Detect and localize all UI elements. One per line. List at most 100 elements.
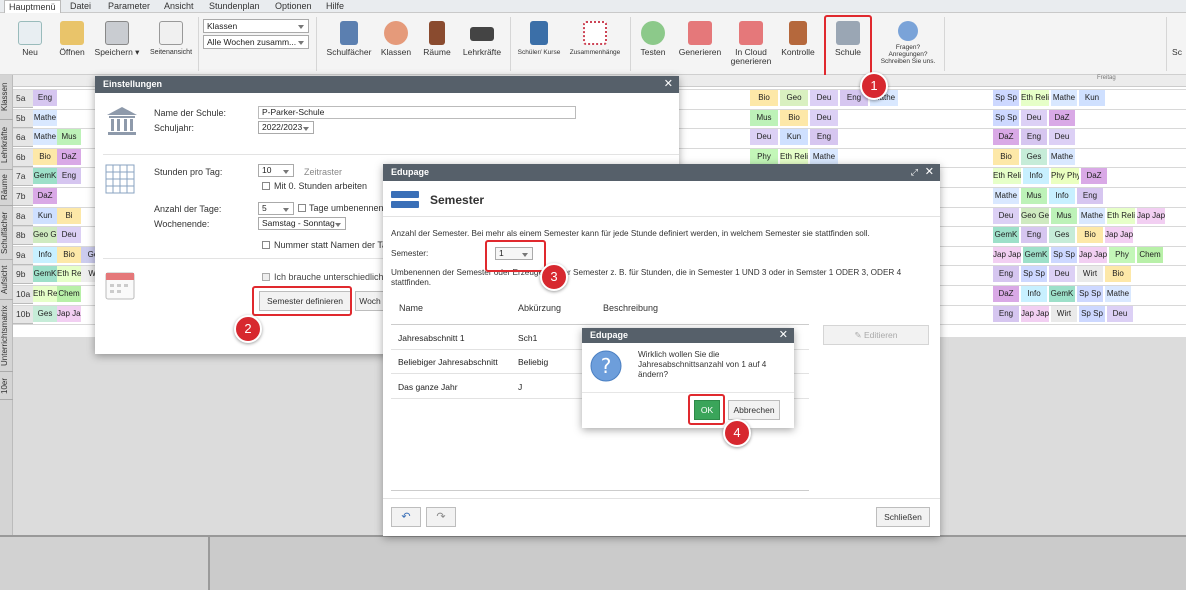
tab-lesson-matrix[interactable]: Unterrichtsmatrix bbox=[0, 300, 13, 372]
tab-teachers[interactable]: Lehrkräfte bbox=[0, 120, 13, 170]
lesson-cell[interactable]: Deu bbox=[1021, 109, 1047, 126]
school-name-input[interactable]: P-Parker-Schule bbox=[258, 106, 576, 119]
lesson-cell[interactable]: Jap Jap bbox=[1105, 227, 1133, 244]
teachers-button[interactable]: Lehrkräfte bbox=[460, 21, 504, 57]
class-label[interactable]: 9b bbox=[13, 265, 33, 285]
lesson-cell[interactable]: Mus bbox=[57, 129, 81, 146]
days-select[interactable]: 5 bbox=[258, 202, 294, 215]
close-button[interactable]: Schließen bbox=[876, 507, 930, 527]
lesson-cell[interactable]: Mathe bbox=[1049, 148, 1075, 165]
lesson-cell[interactable]: Eth Reli bbox=[1107, 207, 1135, 224]
lesson-cell[interactable]: Kun bbox=[780, 129, 808, 146]
weeks-button[interactable]: Woch bbox=[355, 291, 385, 311]
relations-button[interactable]: Zusammenhänge bbox=[568, 21, 622, 57]
ribbon-cut-button[interactable]: Sc bbox=[1170, 48, 1184, 57]
lesson-cell[interactable]: Sp Sp bbox=[993, 90, 1019, 106]
lesson-cell[interactable]: Bio bbox=[1077, 227, 1103, 244]
class-label[interactable]: 6a bbox=[13, 128, 33, 148]
lesson-cell[interactable]: Jap Jap bbox=[1079, 246, 1107, 263]
lesson-cell[interactable]: Bio bbox=[57, 246, 81, 263]
cancel-button[interactable]: Abbrechen bbox=[728, 400, 780, 420]
lesson-cell[interactable]: Geo Geo bbox=[1021, 207, 1049, 224]
classes-button[interactable]: Klassen bbox=[378, 21, 414, 57]
lesson-cell[interactable]: Sp Sp bbox=[993, 109, 1019, 126]
preview-button[interactable]: Seitenansicht bbox=[148, 21, 194, 57]
control-button[interactable]: Kontrolle bbox=[778, 21, 818, 57]
lesson-cell[interactable]: Deu bbox=[1049, 266, 1075, 283]
students-courses-button[interactable]: Schüler/ Kurse bbox=[515, 21, 563, 57]
class-label[interactable]: 8a bbox=[13, 206, 33, 226]
lesson-cell[interactable]: Info bbox=[1021, 286, 1047, 302]
lesson-cell[interactable]: Sp Sp bbox=[1077, 286, 1103, 302]
lesson-cell[interactable]: Mathe bbox=[1105, 286, 1131, 302]
lesson-cell[interactable]: Ges bbox=[33, 305, 57, 322]
lesson-cell[interactable]: Chem bbox=[57, 286, 81, 302]
menu-optionen[interactable]: Optionen bbox=[271, 0, 316, 13]
save-button[interactable]: Speichern ▾ bbox=[94, 21, 140, 57]
lesson-cell[interactable]: Phy bbox=[750, 148, 778, 165]
school-year-select[interactable]: 2022/2023 bbox=[258, 121, 314, 134]
lesson-cell[interactable]: Eth Reli bbox=[780, 148, 808, 165]
tab-10er[interactable]: 10er bbox=[0, 372, 13, 400]
lesson-cell[interactable]: Info bbox=[1049, 188, 1075, 204]
lesson-cell[interactable]: Bio bbox=[993, 148, 1019, 165]
new-button[interactable]: Neu bbox=[15, 21, 45, 57]
lesson-cell[interactable]: Sp Sp bbox=[1021, 266, 1047, 283]
class-label[interactable]: 10a bbox=[13, 285, 33, 304]
lesson-cell[interactable]: GemK bbox=[33, 168, 57, 185]
tab-supervision[interactable]: Aufsicht bbox=[0, 260, 13, 300]
lesson-cell[interactable]: DaZ bbox=[993, 129, 1019, 146]
rooms-button[interactable]: Räume bbox=[420, 21, 454, 57]
lesson-cell[interactable]: Kun bbox=[1079, 90, 1105, 106]
lesson-cell[interactable]: Chem bbox=[1137, 246, 1163, 263]
redo-button[interactable]: ↷ bbox=[426, 507, 456, 527]
generate-button[interactable]: Generieren bbox=[676, 21, 724, 57]
class-label[interactable]: 7a bbox=[13, 167, 33, 187]
need-diff-checkbox[interactable] bbox=[262, 273, 270, 281]
lesson-cell[interactable]: Jap Jap bbox=[993, 246, 1021, 263]
close-icon[interactable]: ✕ bbox=[779, 328, 788, 343]
lesson-cell[interactable]: Deu bbox=[1049, 129, 1075, 146]
close-icon[interactable]: ✕ bbox=[925, 164, 934, 181]
class-label[interactable]: 7b bbox=[13, 187, 33, 206]
weekend-select[interactable]: Samstag - Sonntag bbox=[258, 217, 346, 230]
lesson-cell[interactable]: Ges bbox=[1049, 227, 1075, 244]
lesson-cell[interactable]: Eth Reli bbox=[993, 168, 1021, 185]
lesson-cell[interactable]: Eth Reli bbox=[1021, 90, 1049, 106]
week-select[interactable]: Alle Wochen zusamm... bbox=[203, 35, 309, 49]
lesson-cell[interactable]: Mathe bbox=[810, 148, 838, 165]
open-button[interactable]: Öffnen bbox=[55, 21, 89, 57]
lesson-cell[interactable]: Mathe bbox=[993, 188, 1019, 204]
lesson-cell[interactable]: Eng bbox=[1021, 227, 1047, 244]
lesson-cell[interactable]: Bio bbox=[750, 90, 778, 106]
menu-hauptmenu[interactable]: Hauptmenü bbox=[4, 0, 61, 13]
menu-parameter[interactable]: Parameter bbox=[104, 0, 154, 13]
lesson-cell[interactable]: Mus bbox=[750, 109, 778, 126]
lesson-cell[interactable]: Deu bbox=[810, 90, 838, 106]
lesson-cell[interactable]: Eng bbox=[57, 168, 81, 185]
lesson-cell[interactable]: Deu bbox=[810, 109, 838, 126]
lesson-cell[interactable]: DaZ bbox=[57, 148, 81, 165]
close-icon[interactable]: ✕ bbox=[664, 76, 673, 93]
lesson-cell[interactable]: Bio bbox=[1105, 266, 1131, 283]
cloud-generate-button[interactable]: In Cloud generieren bbox=[728, 21, 774, 66]
lesson-cell[interactable]: Mathe bbox=[33, 109, 57, 126]
class-label[interactable]: 6b bbox=[13, 147, 33, 167]
menu-ansicht[interactable]: Ansicht bbox=[160, 0, 198, 13]
zero-hours-checkbox[interactable] bbox=[262, 182, 270, 190]
lesson-cell[interactable]: GemK bbox=[993, 227, 1019, 244]
lesson-cell[interactable]: Bio bbox=[33, 148, 57, 165]
lesson-cell[interactable]: Info bbox=[1023, 168, 1049, 185]
lesson-cell[interactable]: Info bbox=[33, 246, 57, 263]
lesson-cell[interactable]: Mus bbox=[1021, 188, 1047, 204]
lesson-cell[interactable]: Jap Jap bbox=[57, 305, 81, 322]
lesson-cell[interactable]: Phy bbox=[1109, 246, 1135, 263]
lesson-cell[interactable]: GemK bbox=[1049, 286, 1075, 302]
lesson-cell[interactable]: Wirt bbox=[1077, 266, 1103, 283]
menu-hilfe[interactable]: Hilfe bbox=[322, 0, 348, 13]
edit-button[interactable]: ✎ Editieren bbox=[823, 325, 929, 345]
lesson-cell[interactable]: Sp Sp bbox=[1079, 305, 1105, 322]
lesson-cell[interactable]: Mathe bbox=[1051, 90, 1077, 106]
tab-rooms[interactable]: Räume bbox=[0, 170, 13, 206]
time-grid-link[interactable]: Zeitraster bbox=[304, 167, 342, 177]
